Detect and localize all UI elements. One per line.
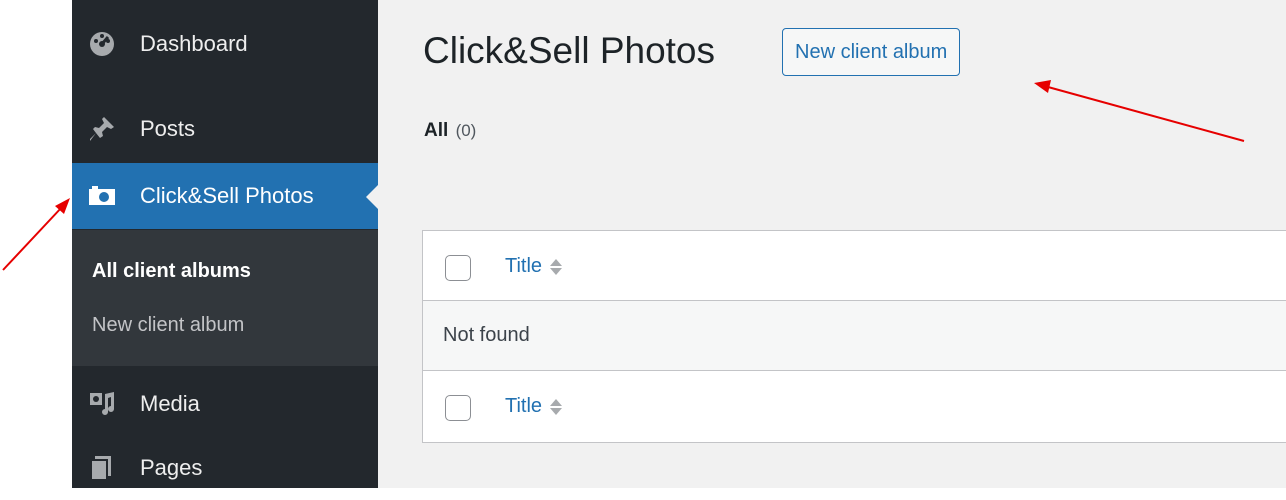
camera-icon [86, 180, 118, 212]
submenu-item-new-client-album[interactable]: New client album [92, 314, 244, 337]
sidebar-item-media[interactable]: Media [72, 372, 378, 436]
filter-all-link[interactable]: All [424, 120, 448, 141]
sidebar-item-posts[interactable]: Posts [72, 97, 378, 161]
sidebar-submenu: All client albums New client album [72, 230, 378, 366]
sidebar-item-label: Click&Sell Photos [140, 183, 314, 208]
main-content: Click&Sell Photos New client album All (… [378, 0, 1286, 488]
table-header-row: Title [423, 231, 1286, 301]
submenu-item-all-client-albums[interactable]: All client albums [92, 260, 251, 283]
title-column-sort-link-footer[interactable]: Title [505, 395, 563, 418]
filter-all-count: (0) [455, 121, 477, 140]
admin-sidebar: Dashboard Posts Click&Sell Photos All cl… [72, 0, 378, 488]
albums-table: Title Not found Title [422, 230, 1286, 443]
select-all-checkbox[interactable] [445, 255, 471, 281]
media-icon [86, 388, 118, 420]
status-filter: All (0) [424, 120, 476, 142]
new-client-album-button[interactable]: New client album [782, 28, 961, 76]
sort-icon [550, 398, 563, 415]
sidebar-item-label: Dashboard [140, 31, 248, 56]
sidebar-item-pages[interactable]: Pages [72, 436, 378, 500]
pages-icon [86, 452, 118, 484]
dashboard-icon [86, 28, 118, 60]
title-column-sort-link[interactable]: Title [505, 255, 563, 278]
sidebar-item-dashboard[interactable]: Dashboard [72, 12, 378, 76]
sidebar-item-click-sell-photos[interactable]: Click&Sell Photos [72, 163, 378, 229]
sidebar-item-label: Posts [140, 116, 196, 141]
annotation-arrow-sidebar [2, 198, 70, 271]
page-title: Click&Sell Photos [423, 30, 716, 71]
pushpin-icon [86, 113, 118, 145]
select-all-checkbox-footer[interactable] [445, 395, 471, 421]
column-header-title: Title [505, 255, 543, 277]
sidebar-item-label: Media [140, 391, 200, 416]
sort-icon [550, 258, 563, 275]
empty-message: Not found [443, 324, 530, 346]
column-footer-title: Title [505, 395, 543, 417]
table-empty-row: Not found [423, 301, 1286, 371]
table-footer-row: Title [423, 371, 1286, 443]
sidebar-item-label: Pages [140, 455, 203, 480]
